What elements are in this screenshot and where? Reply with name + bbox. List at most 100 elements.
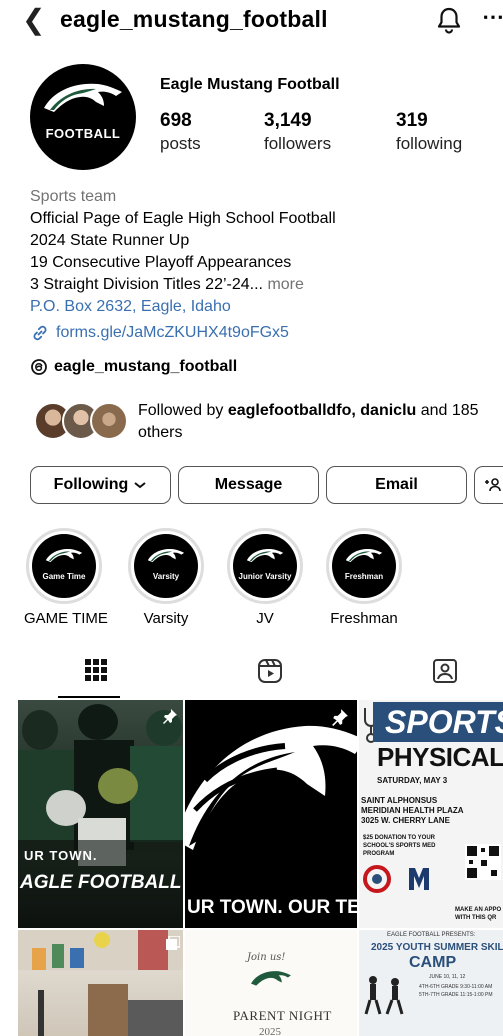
post-text: MAKE AN APPO WITH THIS QR [455, 907, 502, 921]
tab-tagged[interactable] [432, 658, 458, 689]
classroom-photo [18, 930, 183, 1036]
post-text: SAINT ALPHONSUS [361, 796, 438, 805]
players-silhouette [364, 976, 404, 1015]
mustang-logo-icon [246, 548, 284, 563]
highlight-ring: Game Time [26, 528, 102, 604]
message-button-label: Message [214, 476, 283, 493]
following-button-label: Following [53, 476, 129, 493]
highlight-jv[interactable]: Junior Varsity JV [225, 528, 305, 627]
profile-display-name: Eagle Mustang Football [160, 76, 340, 93]
highlight-label: JV [256, 610, 274, 627]
post-text: CAMP [409, 954, 457, 971]
followers-stat[interactable]: 3,149 followers [264, 110, 331, 154]
bio-address[interactable]: P.O. Box 2632, Eagle, Idaho [30, 296, 500, 318]
post-text: $25 DONATION TO YOUR SCHOOL'S SPORTS MED… [363, 835, 436, 857]
following-label: following [396, 134, 463, 153]
bio-link[interactable]: forms.gle/JaMcZKUHX4t9oFGx5 [30, 322, 500, 344]
followers-count: 3,149 [264, 110, 312, 131]
add-person-icon [485, 478, 501, 492]
posts-label: posts [160, 134, 201, 153]
post-thumbnail[interactable]: Join us! PARENT NIGHT 2025 [185, 930, 357, 1036]
qr-code-icon [465, 844, 501, 880]
back-chevron-icon[interactable]: ❮ [22, 6, 45, 34]
bio-line-truncated: 3 Straight Division Titles 22’-24... mor… [30, 274, 500, 296]
bio-more-link[interactable]: more [267, 276, 303, 293]
grid-icon [85, 659, 107, 681]
bio-category: Sports team [30, 188, 117, 205]
post-text: SATURDAY, MAY 3 [377, 776, 448, 785]
post-text: 2025 YOUTH SUMMER SKILLS [371, 942, 503, 953]
tab-grid[interactable] [84, 658, 108, 687]
highlight-varsity[interactable]: Varsity Varsity [126, 528, 206, 627]
threads-icon [31, 359, 47, 375]
followers-label: followers [264, 134, 332, 153]
message-button[interactable]: Message [178, 466, 319, 504]
profile-handle-title: eagle_mustang_football [60, 6, 328, 32]
highlight-cover: Freshman [332, 534, 396, 598]
post-thumbnail[interactable] [18, 930, 183, 1036]
avatar-text: FOOTBALL [45, 126, 121, 141]
post-text: Join us! [247, 952, 286, 963]
tab-reels[interactable] [257, 658, 283, 689]
bio-line: 19 Consecutive Playoff Appearances [30, 254, 292, 271]
reels-icon [258, 659, 282, 683]
chevron-down-icon [134, 482, 146, 489]
profile-avatar[interactable]: FOOTBALL [30, 64, 136, 170]
posts-stat[interactable]: 698 posts [160, 110, 201, 154]
post-thumbnail[interactable]: UR TOWN. AGLE FOOTBALL [18, 700, 183, 928]
post-text: UR TOWN. [24, 848, 98, 863]
profile-tabs [0, 650, 503, 700]
logos-icon [363, 865, 429, 893]
post-text: SPORTS [373, 702, 503, 742]
highlight-ring: Varsity [128, 528, 204, 604]
followed-by-suffix: and 185 [420, 402, 479, 419]
highlight-cover: Game Time [32, 534, 96, 598]
post-text: PARENT NIGHT [233, 1008, 332, 1023]
tagged-person-icon [433, 659, 457, 683]
post-text: PHYSICALS [377, 742, 503, 772]
highlight-label: Varsity [143, 610, 189, 627]
followed-by-prefix: Followed by [138, 402, 224, 419]
pinned-icon [163, 709, 177, 724]
posts-count: 698 [160, 110, 192, 131]
post-text: 2025 [259, 1026, 281, 1036]
email-button[interactable]: Email [326, 466, 467, 504]
threads-badge[interactable]: eagle_mustang_football [30, 358, 237, 376]
following-stat[interactable]: 319 following [396, 110, 462, 154]
post-text: 3025 W. CHERRY LANE [361, 816, 450, 825]
post-thumbnail[interactable]: UR TOWN. OUR TE [185, 700, 357, 928]
highlight-cover-text: Freshman [344, 572, 384, 581]
post-text: JUNE 10, 11, 12 [429, 974, 466, 980]
threads-handle: eagle_mustang_football [54, 358, 238, 375]
mustang-logo-icon [345, 548, 383, 563]
highlight-freshman[interactable]: Freshman Freshman [324, 528, 404, 627]
posts-grid: UR TOWN. AGLE FOOTBALL UR TOWN. OUR TE S… [18, 700, 503, 1036]
post-text: 4TH-6TH GRADE 9:30-11:00 AM [419, 984, 493, 990]
highlight-label: GAME TIME [24, 610, 108, 627]
post-text: MERIDIAN HEALTH PLAZA [361, 806, 464, 815]
more-options-icon[interactable]: ⋯ [482, 4, 503, 30]
email-button-label: Email [375, 476, 418, 493]
suggest-people-button[interactable] [474, 466, 503, 504]
mustang-logo-icon [185, 725, 357, 850]
highlight-cover-text: Varsity [152, 572, 180, 581]
bio-line: 2024 State Runner Up [30, 232, 190, 249]
post-text: 5TH-7TH GRADE 11:15-1:00 PM [419, 992, 493, 998]
highlight-cover-text: Junior Varsity [238, 572, 292, 581]
post-text: UR TOWN. OUR TE [187, 897, 357, 918]
highlight-cover-text: Game Time [42, 572, 86, 581]
top-bar: ❮ eagle_mustang_football ⋯ [0, 0, 503, 40]
following-count: 319 [396, 110, 428, 131]
highlight-cover: Varsity [134, 534, 198, 598]
active-tab-indicator [58, 696, 120, 698]
following-button[interactable]: Following [30, 466, 171, 504]
post-thumbnail[interactable]: EAGLE FOOTBALL PRESENTS: 2025 YOUTH SUMM… [359, 930, 503, 1036]
highlight-game-time[interactable]: Game Time GAME TIME [24, 528, 108, 627]
highlight-ring: Freshman [326, 528, 402, 604]
highlight-label: Freshman [330, 610, 398, 627]
follower-avatar [90, 402, 128, 440]
mustang-logo-icon [251, 971, 291, 986]
post-thumbnail[interactable]: SPORTS PHYSICALS SATURDAY, MAY 3 SAINT A… [359, 700, 503, 928]
bell-icon[interactable] [436, 6, 462, 39]
bio-link-text: forms.gle/JaMcZKUHX4t9oFGx5 [56, 324, 289, 341]
